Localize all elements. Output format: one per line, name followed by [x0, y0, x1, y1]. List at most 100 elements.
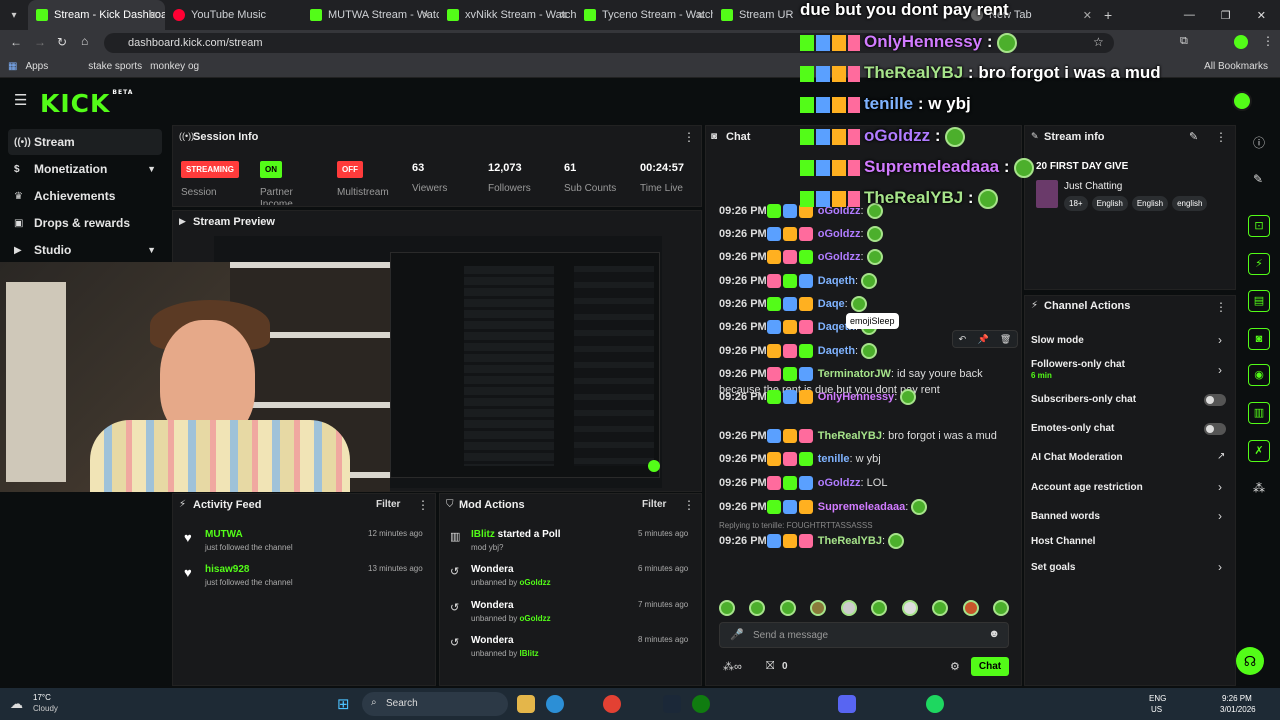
chat-username[interactable]: TheRealYBJ [815, 535, 882, 547]
discord-icon[interactable] [838, 695, 856, 713]
tab-xvnikk[interactable]: xvNikk Stream - Watch Li ✕ [439, 0, 576, 30]
external-link-icon[interactable]: ↗ [1217, 451, 1225, 462]
close-tab-icon[interactable]: ✕ [559, 9, 568, 22]
kick-logo[interactable]: KICK BETA [40, 89, 133, 118]
wrench-icon[interactable]: ✗ [1248, 440, 1270, 462]
chat-message[interactable]: 09:26 PM Daqeth: [719, 343, 878, 359]
close-tab-icon[interactable]: ✕ [148, 9, 157, 22]
mod-user[interactable]: Wondera [471, 564, 514, 575]
bookmark-star-icon[interactable]: ☆ [1093, 35, 1104, 49]
chat-message[interactable]: 09:26 PM TheRealYBJ: bro forgot i was a … [719, 429, 997, 443]
points-icon[interactable]: ⁂∞ [723, 660, 742, 673]
activity-name[interactable]: MUTWA [205, 529, 243, 540]
emotes-only-toggle[interactable] [1204, 423, 1226, 435]
emote-icon[interactable] [871, 600, 888, 616]
chevron-right-icon[interactable]: › [1218, 480, 1222, 494]
chat-username[interactable]: TerminatorJW [815, 368, 891, 380]
chat-message[interactable]: 09:26 PM Supremeleadaaa: [719, 499, 928, 515]
chevron-right-icon[interactable]: › [1218, 363, 1222, 377]
chat-username[interactable]: Daqeth [815, 345, 855, 357]
edit-stream-icon[interactable]: ✎ [1189, 130, 1198, 143]
emote-icon[interactable] [749, 600, 766, 616]
bookmark-monkey-og[interactable]: monkey og [150, 61, 199, 72]
sidebar-item-achievements[interactable]: ♛ Achievements [8, 183, 162, 209]
action-banned-words[interactable]: Banned words [1031, 511, 1100, 522]
chat-username[interactable]: oGoldzz [815, 251, 861, 263]
category-thumbnail[interactable] [1036, 180, 1058, 208]
weather-temp[interactable]: 17°C [33, 693, 51, 702]
emote-icon[interactable] [810, 600, 827, 616]
mod-user[interactable]: Wondera [471, 600, 514, 611]
new-tab-plus-icon[interactable]: + [1104, 7, 1112, 23]
close-tab-icon[interactable]: ✕ [422, 9, 431, 22]
info-icon[interactable]: ⓘ [1253, 134, 1265, 151]
taskbar-search[interactable]: ⌕ Search [362, 692, 508, 716]
chat-username[interactable]: oGoldzz [815, 477, 861, 489]
channel-actions-more-icon[interactable]: ⋮ [1215, 300, 1227, 314]
activity-filter-button[interactable]: Filter [376, 499, 400, 510]
tab-youtube-music[interactable]: YouTube Music [165, 0, 302, 30]
broadcast-icon[interactable]: ◉ [1248, 364, 1270, 386]
maximize-icon[interactable]: ❐ [1221, 9, 1231, 22]
chat-username[interactable]: Daqeth [815, 275, 855, 287]
chat-message[interactable]: 09:26 PM oGoldzz: [719, 226, 883, 242]
chat-username[interactable]: tenille [815, 453, 850, 465]
emote-icon[interactable] [992, 600, 1009, 616]
chat-username[interactable]: OnlyHennessy [815, 391, 894, 403]
chat-message[interactable]: 09:26 PM tenille: w ybj [719, 452, 881, 466]
action-followers-only[interactable]: Followers-only chat [1031, 359, 1125, 370]
tab-tyceno[interactable]: Tyceno Stream - Watch Li✕ [576, 0, 713, 30]
reply-icon[interactable]: ↶ [959, 334, 967, 345]
lightning-icon[interactable]: ⚡ [1248, 253, 1270, 275]
back-icon[interactable]: ← [10, 35, 22, 49]
action-ai-moderation[interactable]: AI Chat Moderation [1031, 452, 1123, 463]
action-subscribers-only[interactable]: Subscribers-only chat [1031, 394, 1136, 405]
mod-by-user[interactable]: IBlitz [520, 649, 539, 658]
subscribers-only-toggle[interactable] [1204, 394, 1226, 406]
emote-icon[interactable] [901, 600, 918, 616]
chrome-icon[interactable] [603, 695, 621, 713]
emoji-picker-icon[interactable]: ☻ [988, 628, 1000, 640]
menu-icon[interactable]: ⋮ [1262, 34, 1274, 48]
session-more-icon[interactable]: ⋮ [683, 130, 695, 144]
bookmark-apps[interactable]: Apps [25, 61, 48, 72]
mod-filter-button[interactable]: Filter [642, 499, 666, 510]
forward-icon[interactable]: → [34, 35, 46, 49]
tag[interactable]: english [1172, 196, 1208, 211]
chat-username[interactable]: Daqe [815, 298, 845, 310]
chat-message[interactable]: 09:26 PM TheRealYBJ: [719, 533, 905, 549]
stream-info-more-icon[interactable]: ⋮ [1215, 130, 1227, 144]
emote-icon[interactable] [779, 600, 796, 616]
chat-message[interactable]: 09:26 PM OnlyHennessy: [719, 389, 917, 405]
layout-icon[interactable]: ▥ [1248, 402, 1270, 424]
tag[interactable]: 18+ [1064, 196, 1088, 211]
action-host-channel[interactable]: Host Channel [1031, 536, 1095, 547]
chat-message[interactable]: 09:26 PM Daqeth: [719, 273, 878, 289]
action-emotes-only[interactable]: Emotes-only chat [1031, 423, 1114, 434]
action-account-age[interactable]: Account age restriction [1031, 482, 1143, 493]
pin-icon[interactable]: 📌 [977, 334, 988, 345]
sidebar-item-studio[interactable]: ▶ Studio ▼ [8, 237, 162, 263]
mod-more-icon[interactable]: ⋮ [683, 498, 695, 512]
delete-icon[interactable]: 🗑 [1000, 334, 1011, 345]
sidebar-item-stream[interactable]: ((•)) Stream [8, 129, 162, 155]
file-explorer-icon[interactable] [517, 695, 535, 713]
tag[interactable]: English [1091, 196, 1128, 211]
chat-username[interactable]: oGoldzz [815, 228, 861, 240]
chevron-right-icon[interactable]: › [1218, 509, 1222, 523]
all-bookmarks[interactable]: All Bookmarks [1204, 61, 1268, 72]
chat-message[interactable]: 09:26 PM oGoldzz: LOL [719, 476, 887, 490]
chevron-right-icon[interactable]: › [1218, 560, 1222, 574]
chat-input[interactable]: 🎤 Send a message ☻ [719, 622, 1009, 648]
sidebar-item-drops[interactable]: ▣ Drops & rewards [8, 210, 162, 236]
emote-icon[interactable] [719, 600, 735, 616]
tab-search-button[interactable]: ▾ [0, 10, 28, 21]
chat-username[interactable]: Supremeleadaaa [815, 501, 905, 513]
emote-icon[interactable] [840, 600, 857, 616]
extensions-icon[interactable]: ⧉ [1180, 35, 1188, 48]
action-slow-mode[interactable]: Slow mode [1031, 335, 1084, 346]
activity-more-icon[interactable]: ⋮ [417, 498, 429, 512]
category-name[interactable]: Just Chatting [1064, 181, 1122, 192]
chat-username[interactable]: TheRealYBJ [815, 430, 882, 442]
home-icon[interactable]: ⌂ [81, 34, 88, 48]
